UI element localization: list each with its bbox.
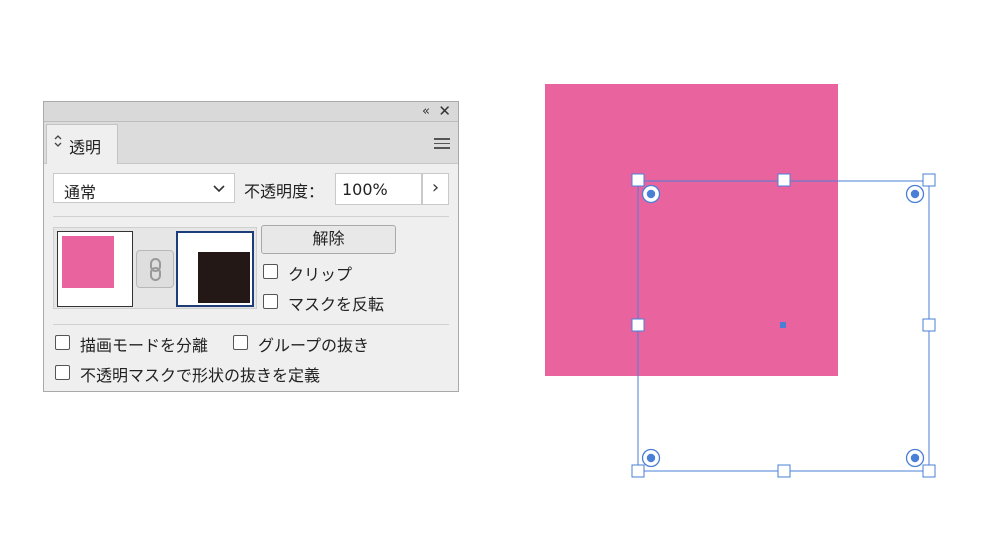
corner-widget-icon[interactable]: [641, 184, 661, 204]
corner-widget-icon[interactable]: [641, 448, 661, 468]
handle-middle-left[interactable]: [631, 318, 645, 332]
corner-widget-icon[interactable]: [905, 448, 925, 468]
corner-widget-icon[interactable]: [905, 184, 925, 204]
handle-top-left[interactable]: [631, 173, 645, 187]
handle-bottom-middle[interactable]: [777, 464, 791, 478]
handle-top-middle[interactable]: [777, 173, 791, 187]
center-point: [780, 322, 786, 328]
handle-middle-right[interactable]: [922, 318, 936, 332]
handle-bottom-left[interactable]: [631, 464, 645, 478]
handle-bottom-right[interactable]: [922, 464, 936, 478]
selection-bounding-box[interactable]: [0, 0, 987, 541]
handle-top-right[interactable]: [922, 173, 936, 187]
